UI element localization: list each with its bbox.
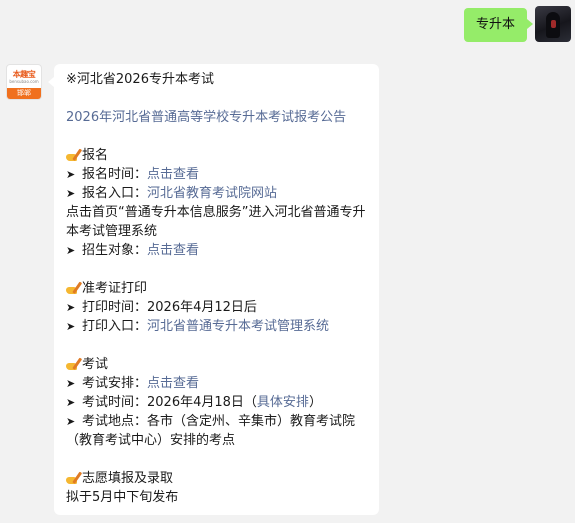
arrow-right-icon: ➤ (66, 396, 76, 409)
announcement-link[interactable]: 2026年河北省普通高等学校专升本考试报考公告 (66, 110, 346, 125)
writing-hand-icon (66, 356, 83, 370)
registration-target-link[interactable]: 点击查看 (147, 243, 199, 258)
arrow-right-icon: ➤ (66, 244, 76, 257)
admission-time-value: 2026年4月12日后 (147, 300, 257, 315)
bot-message-bubble: ※河北省2026专升本考试 2026年河北省普通高等学校专升本考试报考公告 报名… (48, 64, 379, 515)
bot-avatar-city: 邯郸 (7, 88, 41, 99)
exam-time-value: 2026年4月18日（ (147, 395, 257, 410)
arrow-right-icon: ➤ (66, 377, 76, 390)
bot-avatar[interactable]: 本趣宝 bensubao.com 邯郸 (6, 64, 42, 100)
arrow-right-icon: ➤ (66, 415, 76, 428)
message-header: ※河北省2026专升本考试 (66, 72, 214, 87)
bot-avatar-logo: 本趣宝 bensubao.com (7, 65, 41, 88)
registration-target-label: 招生对象： (82, 243, 148, 258)
registration-note: 点击首页“普通专升本信息服务”进入河北省普通专升本考试管理系统 (66, 205, 366, 239)
admission-time-label: 打印时间： (82, 300, 148, 315)
registration-time-link[interactable]: 点击查看 (147, 167, 199, 182)
arrow-right-icon: ➤ (66, 168, 76, 181)
registration-time-label: 报名时间： (82, 167, 148, 182)
avatar-accent (551, 20, 556, 28)
writing-hand-icon (66, 280, 83, 294)
admission-entry-link[interactable]: 河北省普通专升本考试管理系统 (147, 319, 329, 334)
bot-avatar-brand: 本趣宝 (12, 69, 36, 79)
exam-time-suffix: ） (308, 395, 322, 410)
registration-entry-link[interactable]: 河北省教育考试院网站 (147, 186, 277, 201)
admission-entry-label: 打印入口： (82, 319, 148, 334)
section-admission-ticket: 准考证打印 (66, 279, 367, 298)
exam-title: 考试 (82, 357, 109, 372)
section-volunteer: 志愿填报及录取 (66, 469, 367, 488)
writing-hand-icon (66, 470, 83, 484)
exam-arrange-label: 考试安排： (82, 376, 148, 391)
arrow-right-icon: ➤ (66, 301, 76, 314)
exam-place-label: 考试地点： (82, 414, 148, 429)
volunteer-title: 志愿填报及录取 (82, 471, 174, 486)
exam-schedule-link[interactable]: 具体安排 (257, 395, 309, 410)
writing-hand-icon (66, 147, 83, 161)
arrow-right-icon: ➤ (66, 320, 76, 333)
arrow-right-icon: ➤ (66, 187, 76, 200)
bot-avatar-site: bensubao.com (9, 78, 39, 84)
section-registration: 报名 (66, 146, 367, 165)
section-exam: 考试 (66, 355, 367, 374)
exam-arrange-link[interactable]: 点击查看 (147, 376, 199, 391)
admission-title: 准考证打印 (82, 281, 148, 296)
registration-title: 报名 (82, 148, 109, 163)
volunteer-text: 拟于5月中下旬发布 (66, 490, 179, 505)
registration-entry-label: 报名入口： (82, 186, 148, 201)
bot-message-row: 本趣宝 bensubao.com 邯郸 ※河北省2026专升本考试 2026年河… (6, 64, 379, 515)
exam-time-label: 考试时间： (82, 395, 148, 410)
user-message-row: 专升本 (463, 6, 571, 46)
user-avatar[interactable] (535, 6, 571, 42)
user-message-bubble[interactable]: 专升本 (463, 8, 534, 42)
